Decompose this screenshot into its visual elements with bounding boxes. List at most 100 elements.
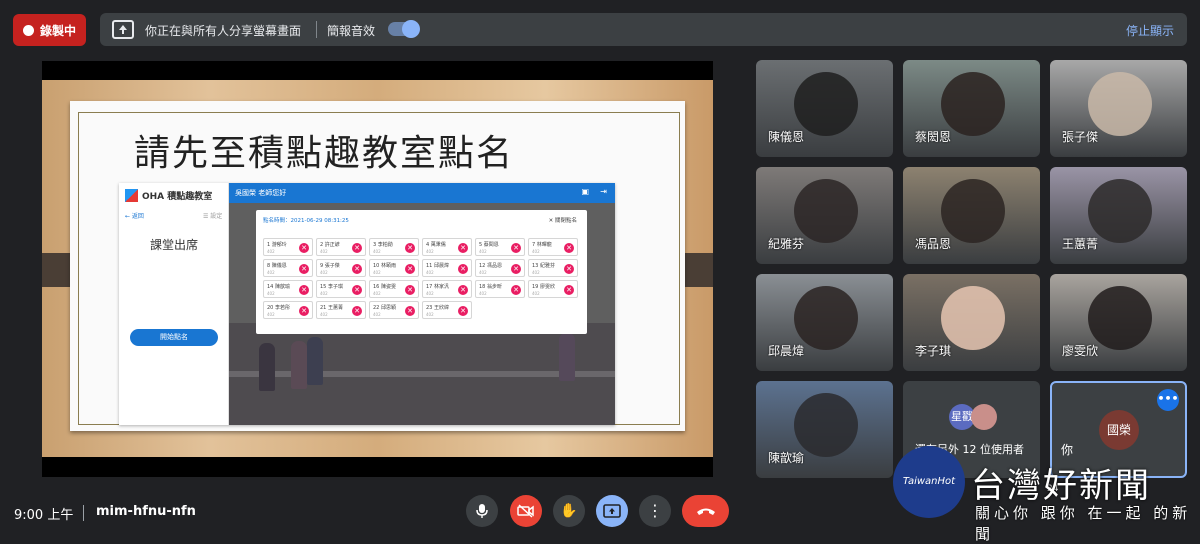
student-class: 402 — [373, 312, 381, 317]
student-name: 22 邱思穎 — [373, 305, 396, 311]
student-attendance-cell: 13 紀雅芬 402 ✕ — [528, 259, 578, 277]
student-class: 402 — [426, 249, 434, 254]
divider — [316, 21, 317, 38]
more-options-icon[interactable]: ••• — [1157, 389, 1179, 411]
participant-name: 紀雅芬 — [768, 237, 805, 251]
participant-tile[interactable]: 馮品恩 — [903, 167, 1040, 264]
close-rollcall: ✕ 關閉點名 — [548, 218, 577, 224]
student-name: 16 陳姿雯 — [373, 284, 396, 290]
student-class: 402 — [373, 291, 381, 296]
student-name: 3 李柏勛 — [373, 242, 393, 248]
settings-link: ☰ 設定 — [203, 213, 223, 220]
student-name: 23 王欣緯 — [426, 305, 449, 311]
student-class: 402 — [267, 249, 275, 254]
student-class: 402 — [532, 249, 540, 254]
participant-video-silhouette — [794, 393, 858, 457]
record-dot-icon — [23, 24, 34, 36]
participant-name: 王蕙菁 — [1062, 237, 1099, 251]
student-attendance-cell: 18 翁步昕 402 ✕ — [475, 280, 525, 298]
chat-icon: ▣ — [581, 187, 589, 196]
absent-mark-icon: ✕ — [352, 285, 362, 295]
participant-tile[interactable]: 張子傑 — [1050, 60, 1187, 157]
logout-icon: ⇥ — [600, 187, 607, 196]
absent-mark-icon: ✕ — [352, 243, 362, 253]
absent-mark-icon: ✕ — [511, 264, 521, 274]
student-attendance-cell: 3 李柏勛 402 ✕ — [369, 238, 419, 256]
teacher-greeting: 吳國榮 老師您好 — [235, 189, 287, 197]
student-name: 14 陳歆瑜 — [267, 284, 290, 290]
app-sidebar: OHA 積點趣教室 ← 返回 ☰ 設定 課堂出席 開始點名 — [119, 183, 229, 425]
student-class: 402 — [267, 312, 275, 317]
absent-mark-icon: ✕ — [405, 285, 415, 295]
student-attendance-cell: 9 張子傑 402 ✕ — [316, 259, 366, 277]
present-screen-icon — [112, 20, 134, 39]
student-attendance-cell: 14 陳歆瑜 402 ✕ — [263, 280, 313, 298]
student-class: 402 — [426, 312, 434, 317]
top-bar: 錄製中 你正在與所有人分享螢幕畫面 簡報音效 停止顯示 — [0, 0, 1200, 58]
participant-video-silhouette — [941, 179, 1005, 243]
student-attendance-cell: 4 萬秉儒 402 ✕ — [422, 238, 472, 256]
student-name: 8 陳儀恩 — [267, 263, 287, 269]
absent-mark-icon: ✕ — [405, 243, 415, 253]
participant-video-silhouette — [1088, 72, 1152, 136]
student-name: 9 張子傑 — [320, 263, 340, 269]
student-name: 12 馮品恩 — [479, 263, 502, 269]
presentation-audio-label: 簡報音效 — [327, 24, 376, 38]
present-now-button[interactable] — [596, 495, 628, 527]
student-class: 402 — [426, 291, 434, 296]
participant-video-silhouette — [794, 72, 858, 136]
microphone-button[interactable] — [466, 495, 498, 527]
student-class: 402 — [267, 270, 275, 275]
student-attendance-cell: 1 游郁玲 402 ✕ — [263, 238, 313, 256]
student-grid: 1 游郁玲 402 ✕ 2 許正諺 402 ✕ 3 李柏勛 402 ✕ 4 萬秉儒 402 ✕ 5 蔡閎… — [263, 238, 579, 319]
camera-button[interactable] — [510, 495, 542, 527]
stop-presenting-button[interactable]: 停止顯示 — [1126, 22, 1174, 39]
shared-screen: 請先至積點趣教室點名 OHA 積點趣教室 ← 返回 ☰ 設定 課堂出席 開始點名… — [42, 61, 713, 477]
absent-mark-icon: ✕ — [299, 243, 309, 253]
student-attendance-cell: 20 李若彤 402 ✕ — [263, 301, 313, 319]
self-avatar: 國榮 — [1099, 410, 1139, 450]
participant-tile[interactable]: 廖雯欣 — [1050, 274, 1187, 371]
recording-indicator[interactable]: 錄製中 — [13, 14, 86, 46]
student-figure — [291, 341, 307, 389]
student-attendance-cell: 16 陳姿雯 402 ✕ — [369, 280, 419, 298]
student-figure — [307, 337, 323, 385]
screen-share-banner: 你正在與所有人分享螢幕畫面 簡報音效 停止顯示 — [100, 13, 1187, 46]
student-name: 10 林頤雨 — [373, 263, 396, 269]
more-options-button[interactable]: ⋮ — [639, 495, 671, 527]
student-attendance-cell: 5 蔡閎恩 402 ✕ — [475, 238, 525, 256]
hang-up-icon — [696, 508, 715, 515]
presentation-audio-toggle[interactable] — [402, 20, 420, 38]
news-watermark: TaiwanHot 台灣好新聞 關心你 跟你 在一起 的新聞 — [893, 446, 1193, 544]
clock: 9:00 上午 — [14, 508, 74, 523]
student-name: 2 許正諺 — [320, 242, 340, 248]
raise-hand-button[interactable]: ✋ — [553, 495, 585, 527]
participant-tile[interactable]: 邱晨煒 — [756, 274, 893, 371]
participant-tile[interactable]: 蔡閎恩 — [903, 60, 1040, 157]
student-name: 19 廖雯欣 — [532, 284, 555, 290]
background-illustration — [229, 323, 615, 425]
absent-mark-icon: ✕ — [458, 243, 468, 253]
absent-mark-icon: ✕ — [564, 285, 574, 295]
leave-call-button[interactable] — [682, 495, 729, 527]
student-attendance-cell: 23 王欣緯 402 ✕ — [422, 301, 472, 319]
student-class: 402 — [267, 291, 275, 296]
absent-mark-icon: ✕ — [405, 306, 415, 316]
attendance-heading: 課堂出席 — [149, 238, 198, 252]
student-name: 4 萬秉儒 — [426, 242, 446, 248]
participant-tile[interactable]: 陳歆瑜 — [756, 381, 893, 478]
student-figure — [259, 343, 275, 391]
participant-video-silhouette — [794, 286, 858, 350]
app-logo-text: OHA 積點趣教室 — [142, 192, 213, 202]
student-class: 402 — [320, 291, 328, 296]
back-link: ← 返回 — [125, 213, 144, 220]
rollcall-dialog: 點名時間：2021-06-29 08:31:25 ✕ 關閉點名 1 游郁玲 402… — [256, 210, 587, 334]
watermark-name: 台灣好新聞 — [971, 466, 1151, 506]
participant-tile[interactable]: 王蕙菁 — [1050, 167, 1187, 264]
absent-mark-icon: ✕ — [511, 285, 521, 295]
participant-tile[interactable]: 李子琪 — [903, 274, 1040, 371]
absent-mark-icon: ✕ — [564, 243, 574, 253]
student-name: 11 邱晨煒 — [426, 263, 449, 269]
participant-tile[interactable]: 陳儀恩 — [756, 60, 893, 157]
participant-tile[interactable]: 紀雅芬 — [756, 167, 893, 264]
